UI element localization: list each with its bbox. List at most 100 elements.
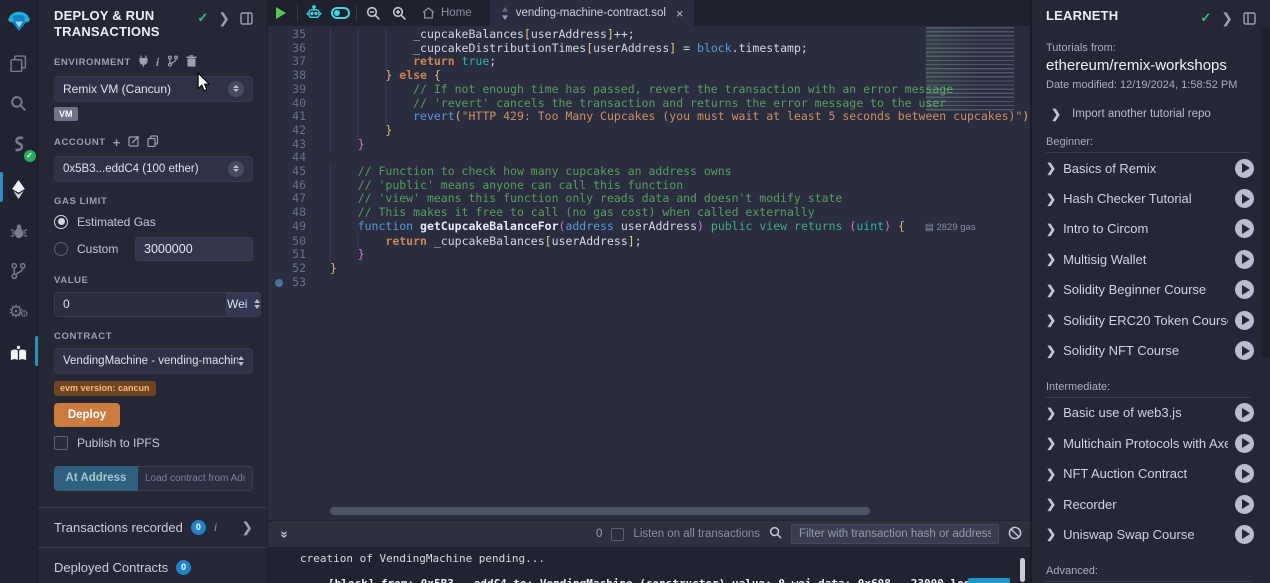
tutorial-item[interactable]: ❯Multisig Wallet [1046,244,1254,274]
clear-console-icon[interactable] [1008,526,1022,543]
learneth-scrollbar[interactable] [1262,28,1270,358]
play-tutorial-button[interactable] [1235,495,1254,514]
tab-vending-machine-contract[interactable]: vending-machine-contract.sol × [490,0,694,26]
git-icon[interactable] [0,258,38,284]
play-tutorial-button[interactable] [1235,250,1254,269]
play-tutorial-button[interactable] [1235,464,1254,483]
tutorial-name: Intro to Circom [1063,221,1228,236]
chevron-right-icon: ❯ [1046,283,1056,297]
deploy-button[interactable]: Deploy [54,403,120,427]
debugger-icon[interactable] [0,218,38,244]
pin-panel-icon[interactable] [240,12,253,25]
gas-limit-label: GAS LIMIT [54,196,107,207]
transactions-info-icon[interactable]: i [214,520,217,535]
sign-message-icon[interactable] [128,135,140,150]
search-icon[interactable] [0,90,38,116]
transactions-count-badge: 0 [191,520,206,535]
expand-terminal-icon[interactable]: « [276,527,291,541]
tutorial-name: Multichain Protocols with Axelar [1063,436,1228,451]
code-line: 44 [268,151,1030,165]
play-tutorial-button[interactable] [1235,219,1254,238]
editor-minimap[interactable] [926,27,1014,111]
tutorial-item[interactable]: ❯ Multichain Protocols with Axelar [1046,428,1254,458]
terminal-output[interactable]: creation of VendingMachine pending... [b… [268,547,1030,583]
import-tutorial-repo[interactable]: ❯ Import another tutorial repo [1046,107,1262,121]
debug-button-partial[interactable] [968,578,1010,583]
code-line: 37 return true; [268,55,1030,69]
custom-gas-input[interactable] [135,237,253,261]
tutorial-item[interactable]: ❯Intro to Circom [1046,214,1254,244]
tutorial-name: NFT Auction Contract [1063,466,1228,481]
environment-label: ENVIRONMENT [54,57,131,68]
publish-ipfs-checkbox[interactable] [54,436,68,450]
contract-select[interactable]: VendingMachine - vending-machin [54,348,253,374]
estimated-gas-radio[interactable] [54,215,68,229]
tutorial-item[interactable]: ❯Basic use of web3.js [1046,398,1254,428]
account-select[interactable]: 0x5B3...eddC4 (100 ether) [54,156,253,182]
tutorial-item[interactable]: ❯Solidity Beginner Course [1046,275,1254,305]
close-tab-icon[interactable]: × [676,6,684,21]
play-tutorial-button[interactable] [1235,403,1254,422]
tutorial-section-label: Advanced: [1046,565,1250,582]
environment-info-icon[interactable]: i [156,55,160,70]
gas-estimate-annotation: ▤ 2829 gas [925,222,976,233]
ai-copilot-icon[interactable] [301,0,327,26]
delete-environment-icon[interactable] [186,55,197,70]
code-editor[interactable]: 35 _cupcakeBalances[userAddress]++;36 _c… [268,26,1030,520]
deployed-contracts-section[interactable]: Deployed Contracts 0 [38,547,267,583]
zoom-in-icon[interactable] [386,0,412,26]
tutorial-item[interactable]: ❯Recorder [1046,489,1254,519]
environment-select[interactable]: Remix VM (Cancun) [54,76,253,102]
play-tutorial-button[interactable] [1235,159,1254,178]
tutorial-item[interactable]: ❯Solidity NFT Course [1046,335,1254,365]
play-tutorial-button[interactable] [1235,280,1254,299]
play-tutorial-button[interactable] [1235,525,1254,544]
custom-gas-radio[interactable] [54,242,68,256]
panel-expand-icon[interactable]: ❯ [1221,11,1233,25]
play-tutorial-button[interactable] [1235,434,1254,453]
play-tutorial-button[interactable] [1235,341,1254,360]
editor-horizontal-scrollbar[interactable] [330,507,870,515]
plugin-settings-icon[interactable]: ⚙⚙ [0,298,38,324]
solidity-compiler-icon[interactable]: ✓ [0,130,38,160]
file-explorer-icon[interactable] [0,50,38,76]
transactions-recorded-section[interactable]: Transactions recorded 0 i ❯ [38,507,267,547]
play-tutorial-button[interactable] [1235,311,1254,330]
panel-expand-icon[interactable]: ❯ [218,11,230,25]
plug-icon[interactable] [138,55,149,70]
remix-logo[interactable] [0,6,38,36]
run-script-button[interactable] [268,0,294,26]
tutorial-name: Solidity NFT Course [1063,343,1228,358]
tutorial-item[interactable]: ❯Uniswap Swap Course [1046,519,1254,549]
unit-carets-icon [254,299,260,309]
zoom-out-icon[interactable] [360,0,386,26]
listen-transactions-checkbox[interactable] [611,528,624,541]
value-input[interactable] [54,292,226,317]
tutorial-item[interactable]: ❯Solidity ERC20 Token Course [1046,305,1254,335]
pin-panel-icon[interactable] [1243,12,1256,25]
terminal-filter-input[interactable] [791,524,999,544]
copilot-toggle[interactable] [327,0,353,26]
at-address-button[interactable]: At Address [54,466,138,491]
tutorial-item[interactable]: ❯Hash Checker Tutorial [1046,183,1254,213]
add-account-icon[interactable]: + [113,135,121,150]
breakpoint-dot[interactable] [275,279,283,287]
deploy-run-icon[interactable] [0,174,38,204]
chevron-right-icon: ❯ [1046,497,1056,511]
at-address-input[interactable] [138,466,253,491]
value-unit-select[interactable]: Wei [226,292,261,317]
tutorial-item[interactable]: ❯Basics of Remix [1046,153,1254,183]
terminal-scrollbar[interactable] [1020,558,1025,582]
tutorial-item[interactable]: ❯NFT Auction Contract [1046,459,1254,489]
transactions-expand-icon[interactable]: ❯ [241,520,253,534]
chevron-right-icon: ❯ [1046,436,1056,450]
code-line: 36 _cupcakeDistributionTimes[userAddress… [268,42,1030,56]
play-tutorial-button[interactable] [1235,189,1254,208]
tab-home[interactable]: Home [412,0,482,26]
copy-account-icon[interactable] [147,135,159,150]
tutorial-name: Multisig Wallet [1063,252,1228,267]
vm-badge: VM [54,107,78,121]
fork-state-icon[interactable] [167,55,179,70]
deploy-run-panel: DEPLOY & RUN TRANSACTIONS ✓ ❯ ENVIRONMEN… [38,0,268,583]
learneth-book-icon[interactable] [0,338,38,368]
